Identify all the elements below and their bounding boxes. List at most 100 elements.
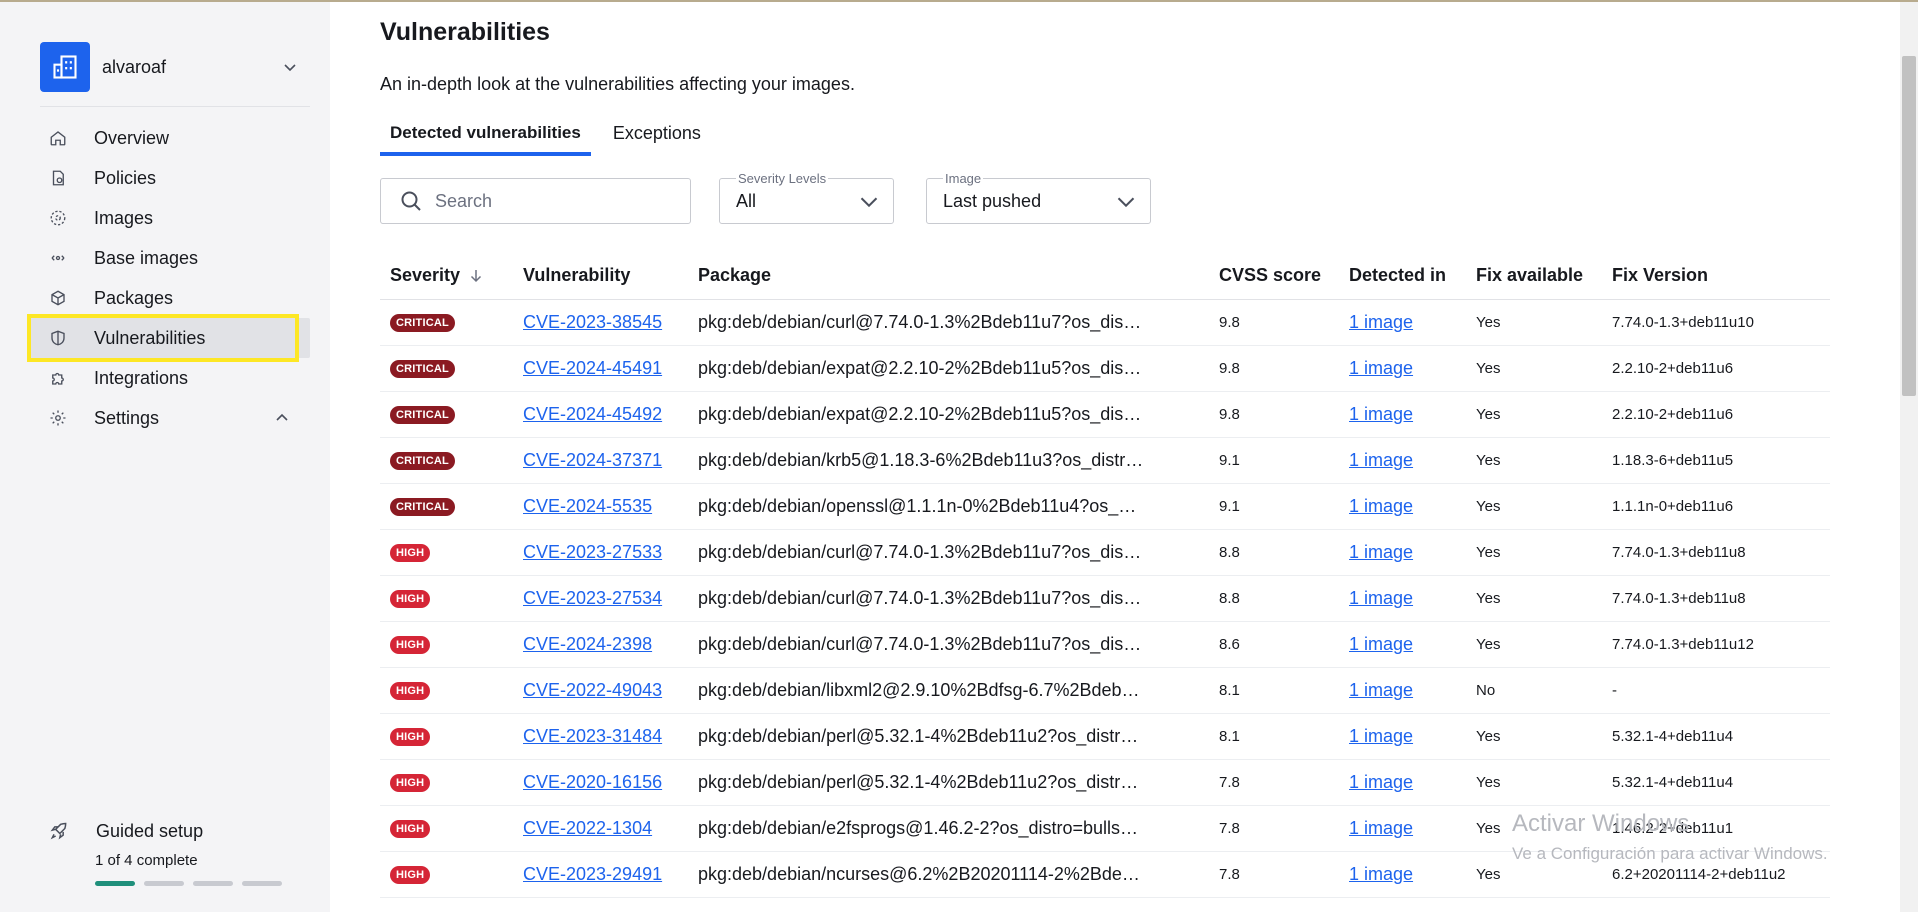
cve-link[interactable]: CVE-2024-45492 bbox=[523, 404, 662, 424]
sidebar-item-vulnerabilities[interactable]: Vulnerabilities bbox=[27, 314, 310, 362]
cell-detected-in: 1 image bbox=[1339, 818, 1466, 839]
detected-in-link[interactable]: 1 image bbox=[1349, 634, 1413, 654]
cve-link[interactable]: CVE-2024-5535 bbox=[523, 496, 652, 516]
cell-cvss: 9.1 bbox=[1219, 498, 1240, 515]
severity-badge: HIGH bbox=[390, 774, 431, 792]
base-images-icon bbox=[48, 248, 68, 268]
org-switcher[interactable]: alvaroaf bbox=[40, 40, 300, 94]
cell-severity: HIGH bbox=[380, 681, 513, 700]
column-header-severity[interactable]: Severity bbox=[380, 265, 513, 286]
cve-link[interactable]: CVE-2023-38545 bbox=[523, 312, 662, 332]
search-input[interactable] bbox=[435, 190, 655, 212]
cell-cvss: 9.1 bbox=[1219, 452, 1240, 469]
tab-detected-vulnerabilities[interactable]: Detected vulnerabilities bbox=[380, 120, 591, 156]
table-row[interactable]: CRITICAL CVE-2024-45491 pkg:deb/debian/exp… bbox=[380, 346, 1830, 392]
cell-vulnerability: CVE-2023-27533 bbox=[513, 542, 688, 563]
table-row[interactable]: CRITICAL CVE-2024-45492 pkg:deb/debian/exp… bbox=[380, 392, 1830, 438]
cell-severity: HIGH bbox=[380, 865, 513, 884]
search-box[interactable] bbox=[380, 178, 691, 224]
cve-link[interactable]: CVE-2022-1304 bbox=[523, 818, 652, 838]
detected-in-link[interactable]: 1 image bbox=[1349, 404, 1413, 424]
detected-in-link[interactable]: 1 image bbox=[1349, 680, 1413, 700]
cell-vulnerability: CVE-2024-37371 bbox=[513, 450, 688, 471]
cell-cvss: 9.8 bbox=[1219, 406, 1240, 423]
cell-fix-available: Yes bbox=[1476, 498, 1501, 515]
detected-in-link[interactable]: 1 image bbox=[1349, 496, 1413, 516]
sidebar-item-settings[interactable]: Settings bbox=[28, 398, 310, 438]
tab-exceptions[interactable]: Exceptions bbox=[603, 120, 711, 156]
column-header-cvss[interactable]: CVSS score bbox=[1209, 265, 1339, 286]
table-row[interactable]: CRITICAL CVE-2023-38545 pkg:deb/debian/cur… bbox=[380, 300, 1830, 346]
sidebar-item-integrations[interactable]: Integrations bbox=[28, 358, 310, 398]
sidebar-item-images[interactable]: Images bbox=[28, 198, 310, 238]
cve-link[interactable]: CVE-2023-27534 bbox=[523, 588, 662, 608]
detected-in-link[interactable]: 1 image bbox=[1349, 772, 1413, 792]
cell-fix-version: 6.2+20201114-2+deb11u2 bbox=[1612, 866, 1786, 883]
cve-link[interactable]: CVE-2023-27533 bbox=[523, 542, 662, 562]
cve-link[interactable]: CVE-2023-29491 bbox=[523, 864, 662, 884]
detected-in-link[interactable]: 1 image bbox=[1349, 312, 1413, 332]
sidebar-item-label: Vulnerabilities bbox=[94, 327, 206, 348]
column-header-label: Severity bbox=[390, 265, 461, 285]
table-row[interactable]: HIGH CVE-2022-49043 pkg:deb/debian/libxml2… bbox=[380, 668, 1830, 714]
cell-fix-version: 1.1.1n-0+deb11u6 bbox=[1612, 498, 1734, 515]
cell-severity: HIGH bbox=[380, 727, 513, 746]
table-row[interactable]: CRITICAL CVE-2024-37371 pkg:deb/debian/krb… bbox=[380, 438, 1830, 484]
cve-link[interactable]: CVE-2024-2398 bbox=[523, 634, 652, 654]
column-header-package[interactable]: Package bbox=[688, 265, 1209, 286]
cell-detected-in: 1 image bbox=[1339, 680, 1466, 701]
table-row[interactable]: HIGH CVE-2023-31484 pkg:deb/debian/perl@5.… bbox=[380, 714, 1830, 760]
watermark-line: Activar Windows bbox=[1512, 810, 1690, 837]
cell-vulnerability: CVE-2022-49043 bbox=[513, 680, 688, 701]
severity-badge: HIGH bbox=[390, 728, 431, 746]
cell-fix-version: 5.32.1-4+deb11u4 bbox=[1612, 774, 1734, 791]
scrollbar[interactable] bbox=[1900, 2, 1918, 912]
cell-detected-in: 1 image bbox=[1339, 358, 1466, 379]
cve-link[interactable]: CVE-2023-31484 bbox=[523, 726, 662, 746]
table-row[interactable]: HIGH CVE-2023-27534 pkg:deb/debian/curl@7.… bbox=[380, 576, 1830, 622]
detected-in-link[interactable]: 1 image bbox=[1349, 818, 1413, 838]
page-title: Vulnerabilities bbox=[380, 18, 550, 46]
sidebar-item-policies[interactable]: Policies bbox=[28, 158, 310, 198]
column-header-fix-version[interactable]: Fix Version bbox=[1602, 265, 1830, 286]
cell-detected-in: 1 image bbox=[1339, 404, 1466, 425]
column-header-detected-in[interactable]: Detected in bbox=[1339, 265, 1466, 286]
cell-fix-available: No bbox=[1476, 682, 1496, 699]
detected-in-link[interactable]: 1 image bbox=[1349, 450, 1413, 470]
puzzle-icon bbox=[48, 368, 68, 388]
table-row[interactable]: CRITICAL CVE-2024-5535 pkg:deb/debian/open… bbox=[380, 484, 1830, 530]
cve-link[interactable]: CVE-2022-49043 bbox=[523, 680, 662, 700]
detected-in-link[interactable]: 1 image bbox=[1349, 358, 1413, 378]
windows-activation-watermark: Activar Windows Ve a Configuración para … bbox=[1512, 810, 1828, 864]
cell-severity: HIGH bbox=[380, 773, 513, 792]
detected-in-link[interactable]: 1 image bbox=[1349, 726, 1413, 746]
cve-link[interactable]: CVE-2020-16156 bbox=[523, 772, 662, 792]
detected-in-link[interactable]: 1 image bbox=[1349, 588, 1413, 608]
column-header-vulnerability[interactable]: Vulnerability bbox=[513, 265, 688, 286]
severity-select[interactable]: Severity Levels All bbox=[719, 171, 894, 224]
scrollbar-thumb[interactable] bbox=[1902, 56, 1916, 396]
cve-link[interactable]: CVE-2024-45491 bbox=[523, 358, 662, 378]
detected-in-link[interactable]: 1 image bbox=[1349, 864, 1413, 884]
sidebar-item-label: Images bbox=[94, 207, 154, 228]
sidebar-item-packages[interactable]: Packages bbox=[28, 278, 310, 318]
table-row[interactable]: HIGH CVE-2023-27533 pkg:deb/debian/curl@7.… bbox=[380, 530, 1830, 576]
cve-link[interactable]: CVE-2024-37371 bbox=[523, 450, 662, 470]
table-row[interactable]: HIGH CVE-2020-16156 pkg:deb/debian/perl@5.… bbox=[380, 760, 1830, 806]
image-select-value: Last pushed bbox=[943, 191, 1042, 211]
chevron-down-icon[interactable] bbox=[280, 57, 300, 77]
cell-cvss: 8.6 bbox=[1219, 636, 1240, 653]
column-header-fix-available[interactable]: Fix available bbox=[1466, 265, 1602, 286]
cell-fix-version: 7.74.0-1.3+deb11u12 bbox=[1612, 636, 1754, 653]
cell-severity: CRITICAL bbox=[380, 405, 513, 424]
cell-cvss: 7.8 bbox=[1219, 820, 1240, 837]
guided-setup[interactable]: Guided setup 1 of 4 complete bbox=[48, 818, 308, 886]
detected-in-link[interactable]: 1 image bbox=[1349, 542, 1413, 562]
image-select[interactable]: Image Last pushed bbox=[926, 171, 1151, 224]
cell-vulnerability: CVE-2020-16156 bbox=[513, 772, 688, 793]
cell-detected-in: 1 image bbox=[1339, 496, 1466, 517]
chevron-up-icon[interactable] bbox=[272, 408, 292, 428]
table-row[interactable]: HIGH CVE-2024-2398 pkg:deb/debian/curl@7.7… bbox=[380, 622, 1830, 668]
sidebar-item-base-images[interactable]: Base images bbox=[28, 238, 310, 278]
sidebar-item-overview[interactable]: Overview bbox=[28, 118, 310, 158]
